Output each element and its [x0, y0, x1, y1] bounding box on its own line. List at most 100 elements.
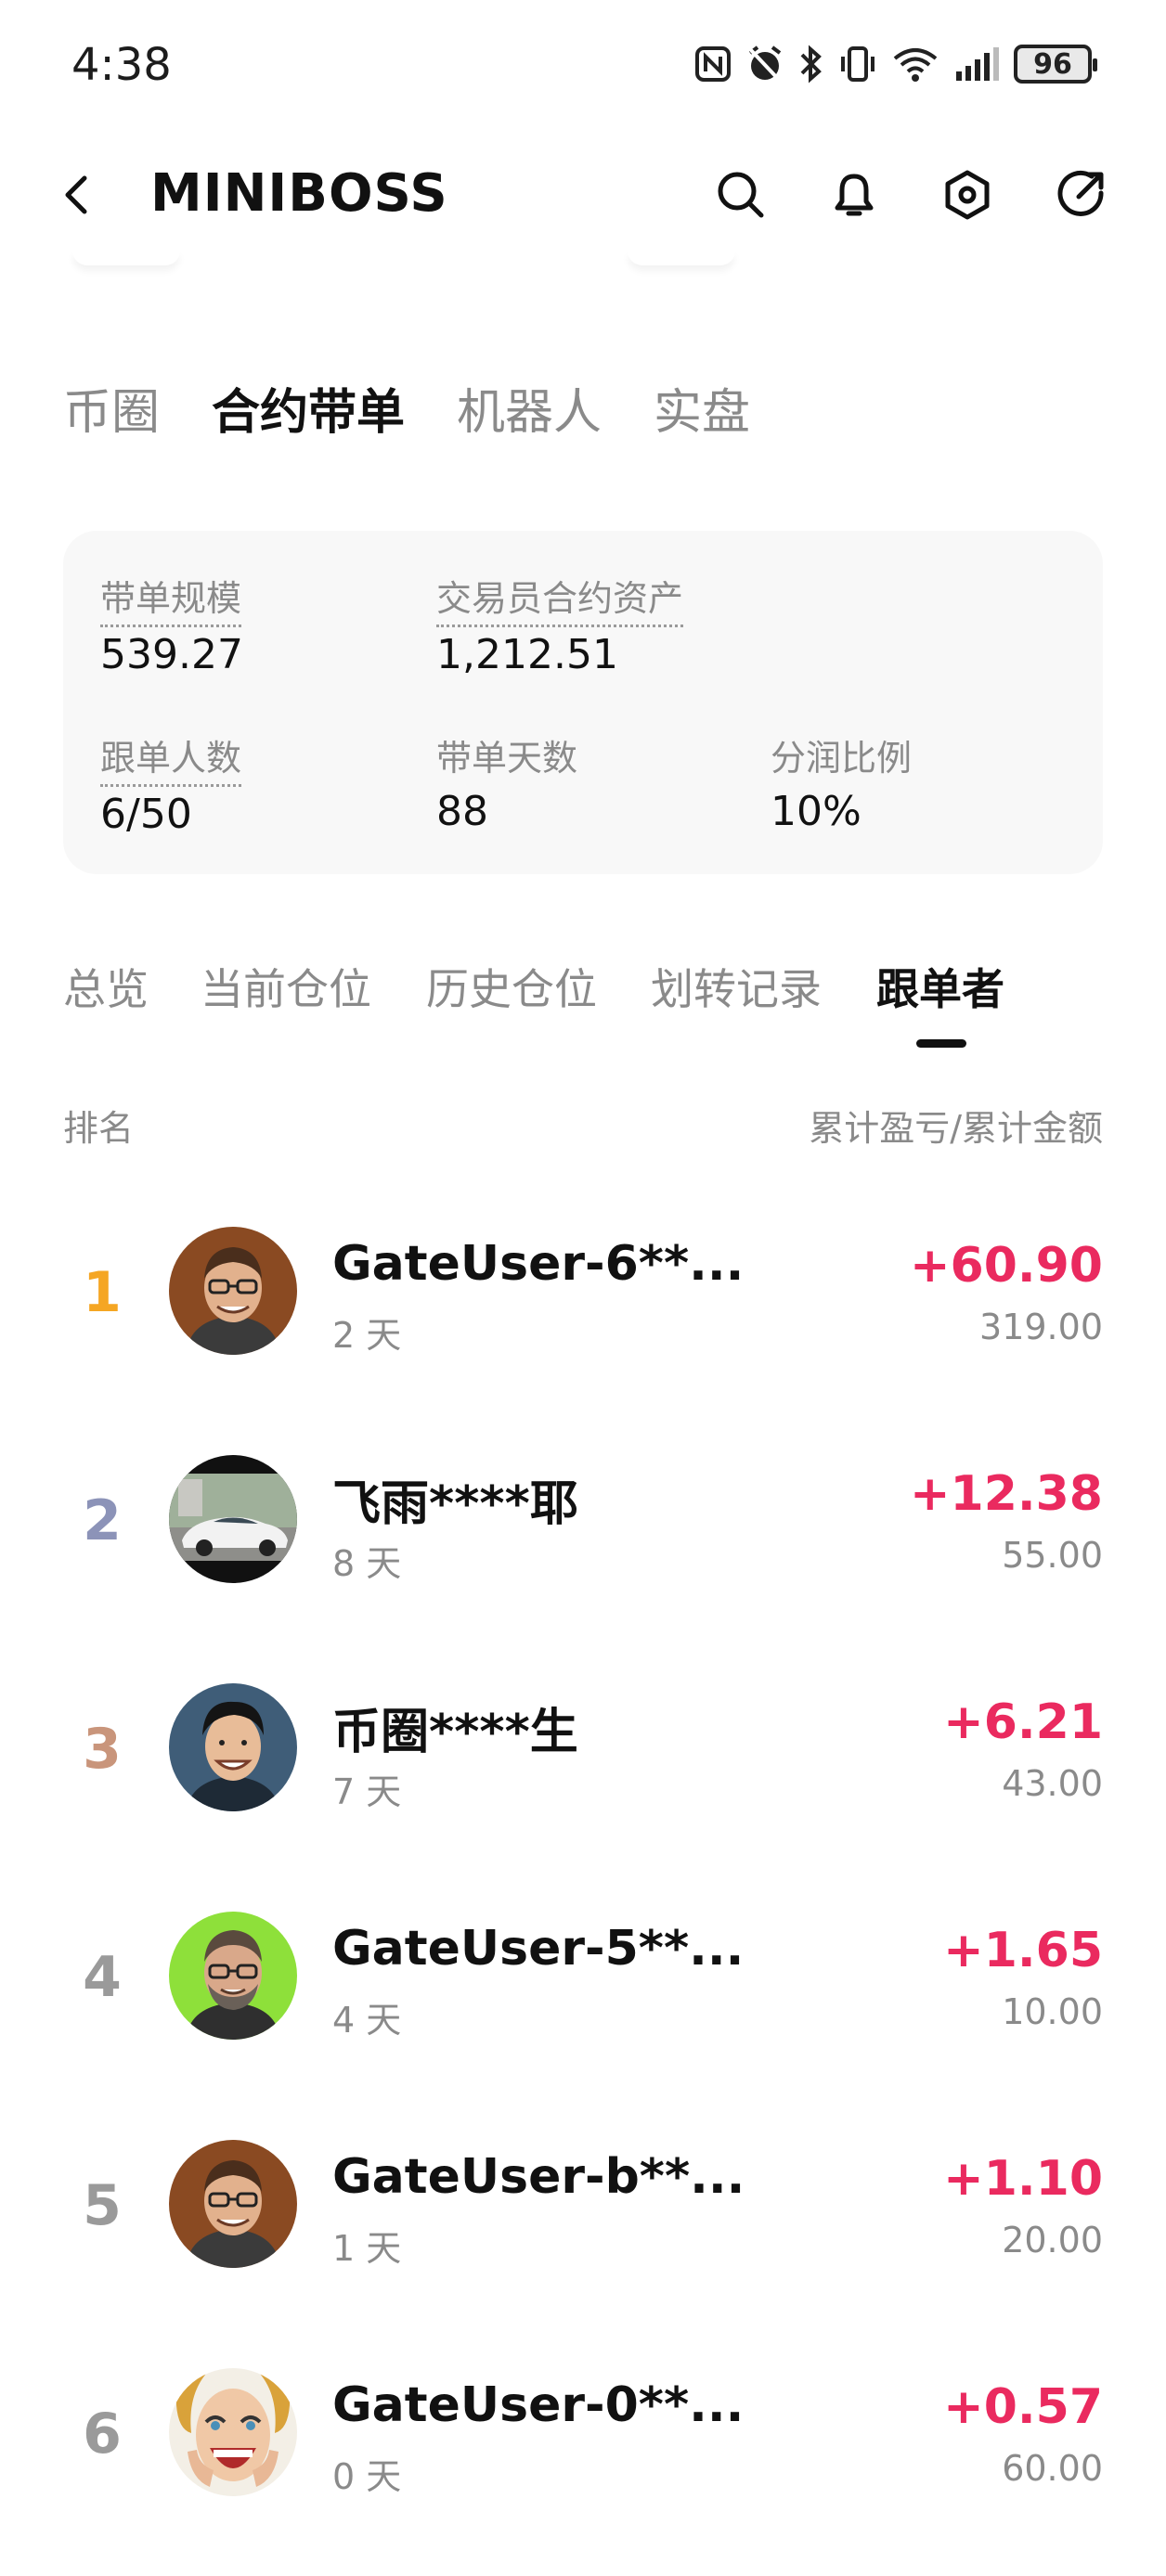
cumulative-amount: 20.00	[1002, 2220, 1103, 2260]
follower-name: 币圈****生	[332, 1705, 578, 1760]
follower-name: 飞雨****耶	[332, 1476, 578, 1532]
stat-profit-share-value: 10%	[771, 788, 862, 835]
stat-days-value: 88	[436, 788, 488, 835]
search-icon	[718, 172, 764, 218]
status-bar: 4:38 96	[0, 0, 1166, 130]
nav-bar: MINIBOSS	[0, 139, 1166, 251]
list-item[interactable]: 1 GateUser-6**... 2 天 +60.90 319.00	[0, 1206, 1166, 1435]
rank-number: 1	[83, 1260, 122, 1325]
collapsed-header-edge	[72, 251, 180, 265]
settings-hexagon-icon	[945, 170, 990, 220]
stat-scale-label[interactable]: 带单规模	[100, 570, 242, 627]
rank-number: 4	[83, 1945, 122, 2010]
stat-followers: 跟单人数 6/50	[100, 729, 242, 838]
share-icon	[1057, 170, 1104, 216]
follower-name: GateUser-5**...	[332, 1921, 745, 1977]
cumulative-pnl: +6.21	[943, 1694, 1103, 1750]
cumulative-amount: 55.00	[1002, 1535, 1103, 1576]
follow-days: 2 天	[332, 1315, 402, 1356]
rank-number: 3	[83, 1717, 122, 1782]
tab-bots[interactable]: 机器人	[457, 373, 602, 443]
cumulative-pnl: +60.90	[909, 1238, 1103, 1294]
tab-overview[interactable]: 总览	[63, 956, 149, 1017]
stat-scale: 带单规模 539.27	[100, 570, 243, 678]
avatar	[169, 1455, 297, 1583]
cumulative-pnl: +1.10	[943, 2151, 1103, 2207]
category-tabs: 币圈 合约带单 机器人 实盘	[63, 373, 750, 443]
list-item[interactable]: 5 GateUser-b**... 1 天 +1.10 20.00	[0, 2119, 1166, 2348]
stat-profit-share: 分润比例 10%	[771, 729, 912, 835]
battery-indicator: 96	[1014, 45, 1097, 84]
stat-assets: 交易员合约资产 1,212.51	[436, 570, 684, 678]
rank-number: 6	[83, 2402, 122, 2467]
nfc-icon	[695, 46, 731, 82]
avatar-car-icon	[169, 1455, 297, 1583]
avatar	[169, 2368, 297, 2496]
follower-name: GateUser-b**...	[332, 2149, 745, 2205]
vibrate-icon	[841, 46, 874, 82]
follow-days: 8 天	[332, 1543, 402, 1584]
follower-name: GateUser-0**...	[332, 2377, 745, 2433]
follower-list: 1 GateUser-6**... 2 天 +60.90 319.00 2 飞雨…	[0, 1206, 1166, 2576]
cumulative-amount: 43.00	[1002, 1763, 1103, 1804]
follow-days: 1 天	[332, 2228, 402, 2269]
list-header: 排名 累计盈亏/累计金额	[63, 1100, 1103, 1151]
stat-assets-label[interactable]: 交易员合约资产	[436, 570, 684, 627]
pnl-column-label: 累计盈亏/累计金额	[809, 1108, 1103, 1149]
share-button[interactable]	[1051, 165, 1110, 225]
collapsed-header-edge	[628, 251, 735, 265]
stat-scale-value: 539.27	[100, 631, 243, 678]
avatar	[169, 1683, 297, 1811]
stat-days-label: 带单天数	[436, 738, 578, 779]
avatar	[169, 1227, 297, 1355]
follow-days: 7 天	[332, 1771, 402, 1812]
list-item[interactable]: 6 GateUser-0**... 0 天 +0.57 60.00	[0, 2348, 1166, 2576]
cumulative-pnl: +1.65	[943, 1923, 1103, 1978]
rank-number: 2	[83, 1488, 122, 1553]
signal-icon	[956, 47, 999, 81]
bell-icon	[835, 174, 874, 216]
search-button[interactable]	[711, 165, 771, 225]
tab-crypto[interactable]: 币圈	[63, 373, 160, 443]
tab-history-positions[interactable]: 历史仓位	[426, 956, 597, 1017]
detail-tabs: 总览 当前仓位 历史仓位 划转记录 跟单者	[63, 956, 1103, 1049]
cumulative-pnl: +12.38	[909, 1466, 1103, 1522]
summary-card: 带单规模 539.27 交易员合约资产 1,212.51 跟单人数 6/50 带…	[63, 531, 1103, 874]
stat-followers-value: 6/50	[100, 791, 192, 838]
wifi-icon	[893, 48, 938, 82]
avatar-laughing-face-icon	[169, 2368, 297, 2496]
avatar-man-glasses-icon	[169, 2140, 297, 2268]
rank-column-label: 排名	[63, 1108, 135, 1149]
rank-number: 5	[83, 2173, 122, 2238]
stat-days: 带单天数 88	[436, 729, 577, 835]
stat-followers-label[interactable]: 跟单人数	[100, 729, 242, 787]
cumulative-amount: 60.00	[1002, 2448, 1103, 2489]
avatar-smiling-man-icon	[169, 1683, 297, 1811]
tab-futures-copy[interactable]: 合约带单	[212, 373, 405, 443]
list-item[interactable]: 3 币圈****生 7 天 +6.21 43.00	[0, 1663, 1166, 1891]
status-icons: 96	[694, 41, 1097, 87]
bluetooth-icon	[800, 45, 822, 84]
cumulative-amount: 319.00	[979, 1307, 1103, 1347]
stat-assets-value: 1,212.51	[436, 631, 618, 678]
follow-days: 4 天	[332, 2000, 402, 2041]
settings-button[interactable]	[938, 165, 997, 225]
tab-transfer-records[interactable]: 划转记录	[651, 956, 822, 1017]
active-tab-indicator	[916, 1039, 966, 1048]
follow-days: 0 天	[332, 2456, 402, 2497]
notification-button[interactable]	[824, 165, 884, 225]
avatar	[169, 1912, 297, 2040]
chevron-left-icon	[65, 175, 87, 214]
tab-followers[interactable]: 跟单者	[876, 956, 1004, 1017]
cumulative-amount: 10.00	[1002, 1991, 1103, 2032]
list-item[interactable]: 4 GateUser-5**... 4 天 +1.65 10.00	[0, 1891, 1166, 2119]
tab-current-positions[interactable]: 当前仓位	[201, 956, 371, 1017]
follower-name: GateUser-6**...	[332, 1236, 745, 1292]
list-item[interactable]: 2 飞雨****耶 8 天 +12.38 55.00	[0, 1435, 1166, 1663]
status-time: 4:38	[71, 39, 172, 91]
back-button[interactable]	[51, 165, 107, 225]
tab-live[interactable]: 实盘	[654, 373, 750, 443]
avatar-man-glasses-icon	[169, 1227, 297, 1355]
alarm-off-icon	[748, 45, 782, 83]
page-title: MINIBOSS	[150, 163, 448, 224]
